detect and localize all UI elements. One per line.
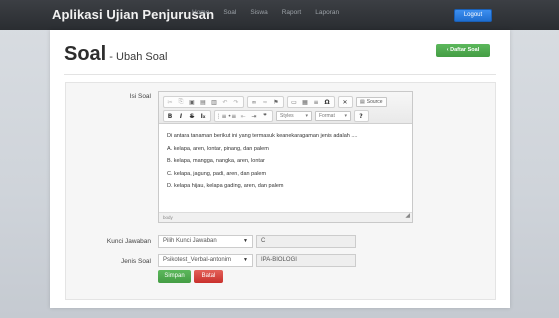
outdent-icon[interactable]: ⇤ [238,111,248,121]
styles-label: Styles [280,113,294,119]
editor-statusbar: body ◢ [159,212,412,222]
question-label: Isi Soal [129,93,151,100]
help-group: ? [354,110,369,122]
paste-word-icon[interactable]: ▥ [209,97,219,107]
cut-icon[interactable]: ✂ [165,97,175,107]
rich-text-editor: ✂ ⎘ ▣ ▤ ▥ ↶ ↷ ∞ ≈ ⚑ ▭ ▦ ≡ Ω ✕ ▤ Source B… [158,91,413,223]
option-b: B. kelapa, mangga, nangka, aren, lontar [167,158,265,164]
option-d: D. kelapa hijau, kelapa gading, aren, da… [167,183,284,189]
remove-format-icon[interactable]: Ix [198,111,208,121]
question-type-select-value: Psikotest_Verbal-antonim [163,257,232,263]
link-icon[interactable]: ∞ [249,97,259,107]
copy-icon[interactable]: ⎘ [176,97,186,107]
caret-down-icon: ▼ [243,238,248,244]
image-icon[interactable]: ▭ [289,97,299,107]
save-button[interactable]: Simpan [158,270,191,283]
maximize-icon[interactable]: ✕ [340,97,350,107]
bold-icon[interactable]: B [165,111,175,121]
numbered-list-icon[interactable]: ⋮≡ [215,111,226,121]
toolbar-row-2: B I S Ix ⋮≡ •≡ ⇤ ⇥ ❞ Styles ▾ Format ▾ ? [163,110,372,122]
page-title: Soal [64,43,107,65]
bulleted-list-icon[interactable]: •≡ [227,111,237,121]
blockquote-icon[interactable]: ❞ [260,111,270,121]
styles-dropdown[interactable]: Styles ▾ [276,111,312,121]
page-heading: Soal - Ubah Soal [64,43,167,66]
question-type-label: Jenis Soal [121,258,151,265]
question-text: Di antara tanaman berikut ini yang terma… [167,133,358,139]
question-type-field[interactable]: IPA-BIOLOGI [256,254,356,267]
edit-form: Isi Soal ✂ ⎘ ▣ ▤ ▥ ↶ ↷ ∞ ≈ ⚑ ▭ ▦ ≡ Ω ✕ ▤… [65,82,496,300]
indent-icon[interactable]: ⇥ [249,111,259,121]
special-char-icon[interactable]: Ω [322,97,332,107]
strike-icon[interactable]: S [187,111,197,121]
answer-key-select[interactable]: Pilih Kunci Jawaban ▼ [158,235,253,248]
help-icon[interactable]: ? [356,111,366,121]
content-panel: Soal - Ubah Soal ‹ Daftar Soal Isi Soal … [50,30,510,308]
answer-key-field[interactable]: C [256,235,356,248]
option-c: C. kelapa, jagung, padi, aren, dan palem [167,170,267,177]
basic-styles-group: B I S Ix [163,110,211,122]
app-brand[interactable]: Aplikasi Ujian Penjurusan [52,7,214,22]
logout-button[interactable]: Logout [454,9,492,22]
answer-key-select-value: Pilih Kunci Jawaban [163,238,217,244]
chevron-down-icon: ▾ [344,113,347,119]
nav-item-raport[interactable]: Raport [282,9,302,16]
nav-item-siswa[interactable]: Siswa [250,9,267,16]
format-dropdown[interactable]: Format ▾ [315,111,351,121]
italic-icon[interactable]: I [176,111,186,121]
top-navbar: Aplikasi Ujian Penjurusan Home Soal Sisw… [0,0,559,30]
unlink-icon[interactable]: ≈ [260,97,270,107]
question-type-select[interactable]: Psikotest_Verbal-antonim ▼ [158,254,253,267]
option-a: A. kelapa, aren, lontar, pinang, dan pal… [167,145,269,152]
nav-item-soal[interactable]: Soal [223,9,236,16]
nav-item-laporan[interactable]: Laporan [315,9,339,16]
element-path[interactable]: body [163,215,173,220]
table-icon[interactable]: ▦ [300,97,310,107]
nav-item-home[interactable]: Home [192,9,209,16]
resize-handle-icon[interactable]: ◢ [405,212,410,221]
cancel-button[interactable]: Batal [194,270,223,283]
answer-key-label: Kunci Jawaban [106,238,151,245]
horizontal-rule-icon[interactable]: ≡ [311,97,321,107]
paste-text-icon[interactable]: ▤ [198,97,208,107]
view-group: ✕ [338,96,353,108]
insert-group: ▭ ▦ ≡ Ω [287,96,335,108]
caret-down-icon: ▼ [243,257,248,263]
paste-icon[interactable]: ▣ [187,97,197,107]
paragraph-group: ⋮≡ •≡ ⇤ ⇥ ❞ [214,110,273,122]
clipboard-group: ✂ ⎘ ▣ ▤ ▥ ↶ ↷ [163,96,244,108]
undo-icon[interactable]: ↶ [220,97,230,107]
editor-toolbar: ✂ ⎘ ▣ ▤ ▥ ↶ ↷ ∞ ≈ ⚑ ▭ ▦ ≡ Ω ✕ ▤ Source B… [159,92,412,124]
divider [64,74,496,75]
chevron-down-icon: ▾ [305,113,308,119]
page-subtitle: - Ubah Soal [106,51,168,63]
anchor-icon[interactable]: ⚑ [271,97,281,107]
redo-icon[interactable]: ↷ [231,97,241,107]
toolbar-row-1: ✂ ⎘ ▣ ▤ ▥ ↶ ↷ ∞ ≈ ⚑ ▭ ▦ ≡ Ω ✕ ▤ Source [163,96,387,108]
list-questions-button[interactable]: ‹ Daftar Soal [436,44,490,57]
source-label: Source [366,99,383,105]
nav-menu: Home Soal Siswa Raport Laporan [192,9,353,16]
source-button[interactable]: ▤ Source [356,97,387,107]
editor-content[interactable]: Di antara tanaman berikut ini yang terma… [159,125,412,211]
link-group: ∞ ≈ ⚑ [247,96,284,108]
source-icon: ▤ [360,99,365,105]
format-label: Format [319,113,335,119]
